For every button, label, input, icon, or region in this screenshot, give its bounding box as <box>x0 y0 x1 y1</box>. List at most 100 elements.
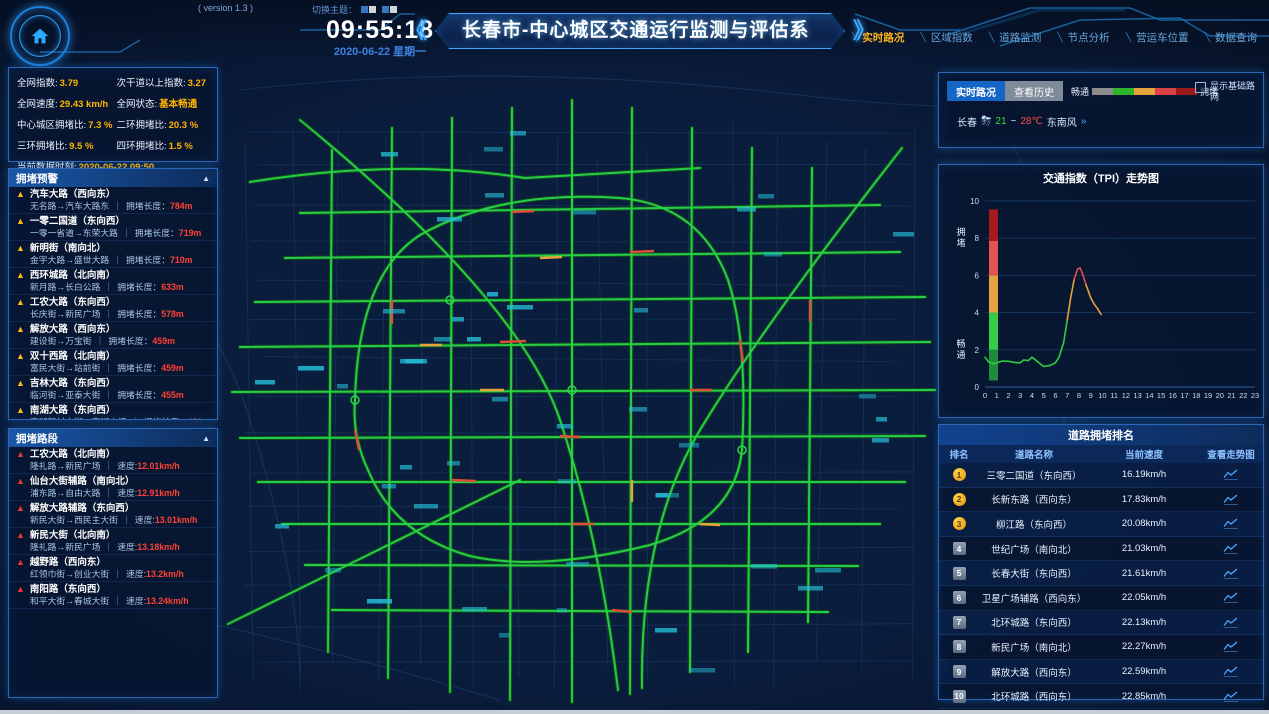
road-route: 新民大街→西民主大街 <box>30 515 118 525</box>
weather-low: 21 <box>995 116 1006 127</box>
metric-value: 13.24km/h <box>146 596 189 606</box>
nav-item-3[interactable]: 节点分析 <box>1057 30 1109 45</box>
ranking-row[interactable]: 7北环城路（东向西）22.13km/h <box>939 611 1263 636</box>
nav-item-0[interactable]: 实时路况 <box>852 30 904 45</box>
rank-badge: 9 <box>953 665 966 678</box>
show-base-network-checkbox[interactable]: 显示基础路网 <box>1195 81 1257 103</box>
road-list-item[interactable]: ▲新民大街（北向南）隆礼路→新民广场｜速度:13.18km/h <box>9 528 217 555</box>
road-list-item[interactable]: ▲解放大路（西向东）建设街→万宝街｜拥堵长度：459m <box>9 322 217 349</box>
tab-history[interactable]: 查看历史 <box>1005 81 1063 101</box>
panel-title: 拥堵预警 <box>16 171 58 186</box>
ranking-title: 道路拥堵排名 <box>939 425 1263 445</box>
view-trend-link[interactable] <box>1199 641 1263 652</box>
dashboard: ( version 1.3 ) 切换主题： 09:55:18 2020-06-2… <box>0 0 1269 714</box>
road-list-item[interactable]: ▲工农大路（东向西）长庆街→新民广场｜拥堵长度：578m <box>9 295 217 322</box>
theme-swatch-icon[interactable] <box>369 6 376 13</box>
road-list-item[interactable]: ▲南阳路（东向西）和平大街→春城大街｜速度:13.24km/h <box>9 582 217 609</box>
view-trend-link[interactable] <box>1199 691 1263 702</box>
road-route: 长庆街→新民广场 <box>30 309 100 319</box>
rank-badge: 6 <box>953 591 966 604</box>
rank-speed: 22.85km/h <box>1089 691 1199 702</box>
stat-label: 全网速度: <box>17 99 58 110</box>
theme-swatch-icon[interactable] <box>390 6 397 13</box>
road-list-item[interactable]: ▲汽车大路（西向东）无名路→汽车大路东｜拥堵长度：784m <box>9 187 217 214</box>
metric-label: 拥堵长度： <box>117 309 161 319</box>
ranking-row[interactable]: 2长新东路（西向东）17.83km/h <box>939 488 1263 513</box>
view-trend-link[interactable] <box>1199 518 1263 529</box>
road-list-item[interactable]: ▲一零二国道（东向西）一零一省道→东荣大路｜拥堵长度：719m <box>9 214 217 241</box>
view-trend-link[interactable] <box>1199 592 1263 603</box>
collapse-icon[interactable]: ▲ <box>202 434 210 443</box>
nav-item-5[interactable]: 数据查询 <box>1205 30 1257 45</box>
stat-row: 三环拥堵比:9.5 % <box>17 138 112 152</box>
ranking-row[interactable]: 8新民广场（南向北）22.27km/h <box>939 635 1263 660</box>
svg-text:10: 10 <box>1098 391 1106 400</box>
svg-text:2: 2 <box>975 346 980 355</box>
stat-row: 二环拥堵比:20.3 % <box>116 117 209 131</box>
ranking-row[interactable]: 3柳江路（东向西）20.08km/h <box>939 512 1263 537</box>
stat-value: 29.43 km/h <box>60 99 109 110</box>
rank-badge: 4 <box>953 542 966 555</box>
warning-triangle-icon: ▲ <box>16 558 25 567</box>
road-list-item[interactable]: ▲解放大路辅路（东向西）新民大街→西民主大街｜速度:13.01km/h <box>9 501 217 528</box>
congestion-warning-header: 拥堵预警 ▲ <box>9 169 217 187</box>
road-list-item[interactable]: ▲吉林大路（东向西）临河街→亚泰大街｜拥堵长度：455m <box>9 376 217 403</box>
weather-more-link[interactable]: » <box>1081 116 1087 127</box>
theme-swatch-icon[interactable] <box>382 6 389 13</box>
theme-swatch-icon[interactable] <box>361 6 368 13</box>
stat-row: 次干道以上指数:3.27 <box>116 75 209 89</box>
svg-text:6: 6 <box>975 271 980 280</box>
ranking-row[interactable]: 1三零二国道（东向西）16.19km/h <box>939 463 1263 488</box>
view-trend-link[interactable] <box>1199 469 1263 480</box>
nav-item-2[interactable]: 道路监测 <box>989 30 1041 45</box>
road-list-item[interactable]: ▲西环城路（北向南）新月路→长白公路｜拥堵长度：633m <box>9 268 217 295</box>
ranking-row[interactable]: 10北环城路（西向东）22.85km/h <box>939 684 1263 709</box>
svg-text:0: 0 <box>983 391 987 400</box>
page-title: 长春市-中心城区交通运行监测与评估系统 <box>435 13 845 49</box>
road-list-item[interactable]: ▲南湖大路（东向西）南湖新村中街→南湖广场｜拥堵长度：453m <box>9 403 217 420</box>
road-list-item[interactable]: ▲越野路（西向东）红领巾街→创业大街｜速度:13.2km/h <box>9 555 217 582</box>
road-route: 新月路→长白公路 <box>30 282 100 292</box>
metric-value: 784m <box>170 201 193 211</box>
view-trend-link[interactable] <box>1199 568 1263 579</box>
road-list-item[interactable]: ▲双十西路（北向南）富民大街→站前街｜拥堵长度：459m <box>9 349 217 376</box>
view-trend-link[interactable] <box>1199 666 1263 677</box>
warning-triangle-icon: ▲ <box>16 406 25 415</box>
svg-text:3: 3 <box>1018 391 1022 400</box>
ranking-column-header: 当前速度 <box>1089 447 1199 461</box>
app-logo[interactable] <box>10 6 70 66</box>
stat-row: 全网状态:基本畅通 <box>116 96 209 110</box>
view-trend-link[interactable] <box>1199 617 1263 628</box>
logo-ring <box>19 15 61 57</box>
nav-item-4[interactable]: 营运车位置 <box>1126 30 1189 45</box>
ranking-row[interactable]: 6卫星广场辅路（西向东）22.05km/h <box>939 586 1263 611</box>
congestion-ranking-panel: 道路拥堵排名 排名道路名称当前速度查看走势图 1三零二国道（东向西）16.19k… <box>938 424 1264 700</box>
metric-label: 拥堵长度： <box>126 255 170 265</box>
collapse-icon[interactable]: ▲ <box>202 174 210 183</box>
ranking-row[interactable]: 4世纪广场（南向北）21.03km/h <box>939 537 1263 562</box>
view-trend-link[interactable] <box>1199 543 1263 554</box>
view-trend-link[interactable] <box>1199 494 1263 505</box>
ranking-row[interactable]: 5长春大街（东向西）21.61km/h <box>939 561 1263 586</box>
warning-triangle-icon: ▲ <box>16 585 25 594</box>
rank-badge: 8 <box>953 640 966 653</box>
rank-road-name: 北环城路（东向西） <box>979 615 1089 629</box>
svg-text:17: 17 <box>1180 391 1188 400</box>
horizontal-scrollbar[interactable] <box>0 710 1269 714</box>
stat-label: 中心城区拥堵比: <box>17 120 86 131</box>
rank-badge: 3 <box>953 517 966 530</box>
road-list-item[interactable]: ▲工农大路（北向南）隆礼路→新民广场｜速度:12.01km/h <box>9 447 217 474</box>
ranking-row[interactable]: 9解放大路（西向东）22.59km/h <box>939 660 1263 685</box>
theme-switcher[interactable]: 切换主题： <box>312 3 398 16</box>
metric-label: 拥堵长度： <box>108 336 152 346</box>
tab-realtime[interactable]: 实时路况 <box>947 81 1005 101</box>
metric-value: 710m <box>170 255 193 265</box>
road-list-item[interactable]: ▲新明街（南向北）金宇大路→盛世大路｜拥堵长度：710m <box>9 241 217 268</box>
theme-swatch-icons[interactable] <box>361 5 398 15</box>
checkbox-box-icon[interactable] <box>1195 82 1206 93</box>
metric-label: 拥堵长度： <box>144 417 188 420</box>
legend-smooth-label: 畅通 <box>1071 85 1089 98</box>
road-list-item[interactable]: ▲仙台大街辅路（南向北）浦东路→自由大路｜速度:12.91km/h <box>9 474 217 501</box>
nav-item-1[interactable]: 区域指数 <box>920 30 972 45</box>
ranking-column-header: 排名 <box>939 447 979 461</box>
